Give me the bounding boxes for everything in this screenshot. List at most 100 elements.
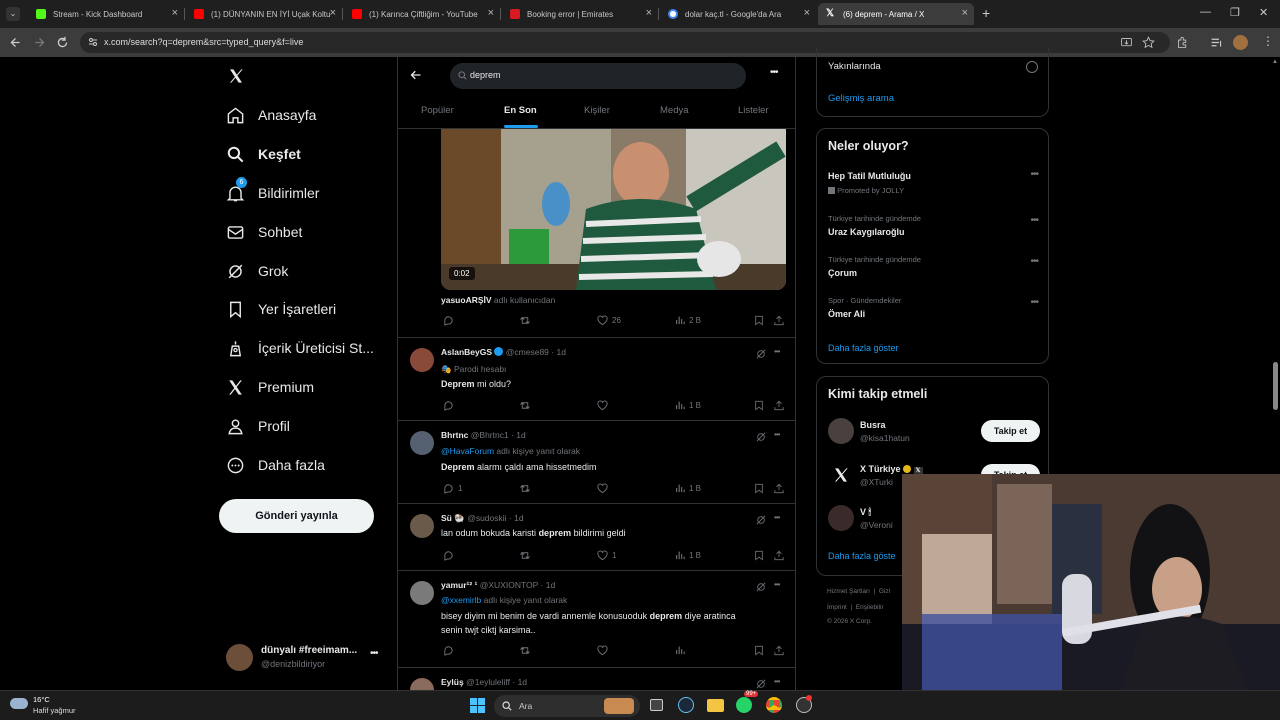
browser-tab-youtube-2[interactable]: (1) Karınca Çiftliğim - YouTube × [344, 3, 501, 25]
like-button[interactable]: 1 [597, 550, 616, 561]
share-button[interactable] [774, 400, 788, 411]
scrollbar-thumb[interactable] [1273, 362, 1278, 410]
footer-link[interactable]: Gizl [879, 588, 890, 595]
bookmark-button[interactable] [754, 400, 768, 411]
views-button[interactable]: 2 B [675, 315, 701, 325]
browser-tab-youtube-1[interactable]: (1) DÜNYANIN EN İYİ Uçak Koltu × [186, 3, 343, 25]
post-button[interactable]: Gönderi yayınla [219, 499, 374, 533]
video-player[interactable]: 0:02 [441, 129, 786, 290]
task-view-icon[interactable] [650, 699, 663, 711]
nav-item-premium[interactable]: Premium [226, 376, 314, 398]
advanced-search-link[interactable]: Gelişmiş arama [828, 93, 894, 104]
avatar[interactable] [410, 581, 434, 605]
post-more-icon[interactable]: ••• [774, 580, 780, 589]
bookmark-button[interactable] [754, 645, 768, 656]
browser-tab-google[interactable]: dolar kaç.tl - Google'da Ara × [660, 3, 816, 25]
chrome-icon[interactable] [766, 697, 782, 713]
tab-popular[interactable]: Popüler [421, 105, 454, 116]
footer-link[interactable]: İmprint [827, 604, 847, 611]
post-time[interactable]: 1d [516, 430, 525, 440]
grok-icon[interactable] [756, 432, 766, 442]
avatar[interactable] [828, 505, 854, 531]
browser-tab-kick[interactable]: Stream - Kick Dashboard × [28, 3, 185, 25]
follow-suggestion[interactable]: Busra @kisa1hatun Takip et [817, 417, 1050, 457]
site-info-icon[interactable] [88, 37, 98, 47]
install-app-icon[interactable] [1120, 36, 1133, 49]
post-time[interactable]: 1d [546, 580, 555, 590]
post-more-icon[interactable]: ••• [774, 513, 780, 522]
reply-button[interactable] [443, 315, 458, 326]
close-tab-icon[interactable]: × [172, 8, 178, 19]
avatar[interactable] [410, 514, 434, 538]
back-arrow-icon[interactable] [410, 69, 422, 81]
tab-media[interactable]: Medya [660, 105, 689, 116]
trend-item[interactable]: Türkiye tarihinde gündemde Uraz Kaygılar… [817, 211, 1048, 247]
follow-button[interactable]: Takip et [981, 420, 1040, 442]
like-button[interactable] [597, 483, 612, 494]
nav-item-home[interactable]: Anasayfa [226, 104, 316, 126]
views-button[interactable] [675, 645, 689, 655]
share-button[interactable] [774, 550, 788, 561]
share-button[interactable] [774, 315, 788, 326]
reply-to-link[interactable]: @HavaForum [441, 446, 494, 456]
steam-icon[interactable] [678, 697, 694, 713]
avatar[interactable] [410, 431, 434, 455]
post-author[interactable]: yamur¹² ¹ [441, 580, 477, 590]
post-author[interactable]: AslanBeyGS [441, 347, 492, 357]
post-author[interactable]: Sü 🐏 [441, 513, 465, 523]
post-author[interactable]: Eylüş [441, 677, 464, 687]
views-button[interactable]: 1 B [675, 483, 701, 493]
show-more-trends-link[interactable]: Daha fazla göster [828, 343, 899, 353]
search-input[interactable]: deprem [450, 63, 746, 89]
repost-button[interactable] [519, 550, 535, 561]
nav-item-more[interactable]: Daha fazla [226, 454, 325, 476]
post-time[interactable]: 1d [514, 513, 523, 523]
post-time[interactable]: 1d [518, 677, 527, 687]
trend-more-icon[interactable]: ••• [1030, 297, 1038, 308]
nav-item-notifications[interactable]: 6 Bildirimler [226, 177, 319, 204]
close-window-icon[interactable]: ✕ [1259, 6, 1268, 19]
video-source-user[interactable]: yasuoARŞİV [441, 295, 492, 305]
browser-tab-emirates[interactable]: Booking error | Emirates × [502, 3, 659, 25]
tab-lists[interactable]: Listeler [738, 105, 769, 116]
repost-button[interactable] [519, 483, 535, 494]
post[interactable]: Eylüş @1eyluleliff · 1d ••• [398, 667, 795, 690]
post-author[interactable]: Bhrtnc [441, 430, 468, 440]
back-icon[interactable] [9, 36, 22, 49]
windows-start-icon[interactable] [470, 698, 485, 713]
trend-more-icon[interactable]: ••• [1030, 169, 1038, 180]
new-tab-button[interactable]: + [982, 5, 990, 21]
tab-list-button[interactable]: ⌄ [6, 7, 20, 21]
post-time[interactable]: 1d [557, 347, 566, 357]
tab-latest[interactable]: En Son [504, 105, 537, 116]
trend-more-icon[interactable]: ••• [1030, 215, 1038, 226]
reload-icon[interactable] [56, 36, 69, 49]
footer-link[interactable]: Hizmet Şartları [827, 588, 870, 595]
reply-button[interactable]: 1 [443, 483, 462, 494]
repost-button[interactable] [519, 645, 535, 656]
bookmark-button[interactable] [754, 483, 768, 494]
bookmark-button[interactable] [754, 315, 768, 326]
post[interactable]: AslanBeyGS @cmese89 · 1d 🎭 Parodi hesabı… [398, 337, 795, 420]
bookmark-button[interactable] [754, 550, 768, 561]
close-tab-icon[interactable]: × [646, 8, 652, 19]
post[interactable]: Bhrtnc @Bhrtnc1 · 1d @HavaForum adlı kiş… [398, 420, 795, 503]
views-button[interactable]: 1 B [675, 400, 701, 410]
profile-avatar[interactable] [1233, 35, 1248, 50]
avatar[interactable] [410, 678, 434, 690]
browser-tab-x-search[interactable]: 𝕏 (6) deprem - Arama / X × [818, 3, 974, 25]
reply-to-link[interactable]: @xxemirlb [441, 595, 481, 605]
share-button[interactable] [774, 483, 788, 494]
like-button[interactable] [597, 400, 612, 411]
nav-item-bookmarks[interactable]: Yer İşaretleri [226, 298, 336, 320]
avatar[interactable] [410, 348, 434, 372]
restore-icon[interactable]: ❐ [1230, 6, 1240, 19]
nav-item-creator-studio[interactable]: İçerik Üreticisi St... [226, 337, 374, 359]
trend-item[interactable]: Türkiye tarihinde gündemde Çorum ••• [817, 252, 1048, 288]
minimize-icon[interactable]: — [1200, 6, 1211, 18]
media-icon[interactable] [1210, 36, 1223, 49]
file-explorer-icon[interactable] [707, 699, 724, 712]
close-tab-icon[interactable]: × [330, 8, 336, 19]
close-tab-icon[interactable]: × [804, 8, 810, 19]
post-more-icon[interactable]: ••• [774, 347, 780, 356]
